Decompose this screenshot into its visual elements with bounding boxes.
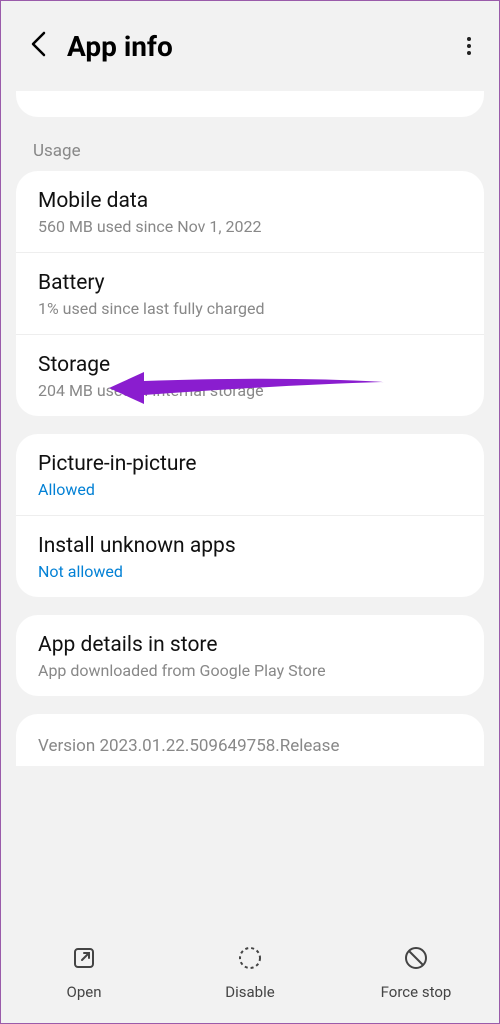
usage-section-label: Usage bbox=[1, 117, 499, 171]
open-label: Open bbox=[67, 983, 102, 1001]
mobile-data-title: Mobile data bbox=[38, 189, 462, 213]
force-stop-icon bbox=[403, 945, 429, 975]
page-title: App info bbox=[67, 30, 459, 63]
battery-item[interactable]: Battery 1% used since last fully charged bbox=[16, 253, 484, 334]
mobile-data-item[interactable]: Mobile data 560 MB used since Nov 1, 202… bbox=[16, 171, 484, 252]
unknown-apps-status: Not allowed bbox=[38, 562, 462, 581]
storage-sub: 204 MB used in Internal storage bbox=[38, 381, 462, 400]
app-header: App info bbox=[1, 1, 499, 91]
app-details-sub: App downloaded from Google Play Store bbox=[38, 661, 462, 680]
open-icon bbox=[71, 945, 97, 975]
force-stop-label: Force stop bbox=[381, 983, 452, 1001]
pip-status: Allowed bbox=[38, 480, 462, 499]
storage-title: Storage bbox=[38, 353, 462, 377]
settings-card: Picture-in-picture Allowed Install unkno… bbox=[16, 434, 484, 597]
force-stop-button[interactable]: Force stop bbox=[366, 945, 466, 1001]
bottom-bar: Open Disable Force stop bbox=[1, 923, 499, 1023]
version-text: Version 2023.01.22.509649758.Release bbox=[38, 736, 462, 756]
unknown-apps-title: Install unknown apps bbox=[38, 534, 462, 558]
truncated-card-top bbox=[16, 91, 484, 117]
more-icon[interactable] bbox=[459, 26, 479, 66]
battery-title: Battery bbox=[38, 271, 462, 295]
storage-item[interactable]: Storage 204 MB used in Internal storage bbox=[16, 335, 484, 416]
disable-label: Disable bbox=[225, 983, 274, 1001]
disable-icon bbox=[237, 945, 263, 975]
pip-item[interactable]: Picture-in-picture Allowed bbox=[16, 434, 484, 515]
pip-title: Picture-in-picture bbox=[38, 452, 462, 476]
battery-sub: 1% used since last fully charged bbox=[38, 299, 462, 318]
open-button[interactable]: Open bbox=[34, 945, 134, 1001]
details-card: App details in store App downloaded from… bbox=[16, 615, 484, 696]
disable-button[interactable]: Disable bbox=[200, 945, 300, 1001]
version-card: Version 2023.01.22.509649758.Release bbox=[16, 714, 484, 766]
app-details-title: App details in store bbox=[38, 633, 462, 657]
back-icon[interactable] bbox=[29, 30, 47, 62]
unknown-apps-item[interactable]: Install unknown apps Not allowed bbox=[16, 516, 484, 597]
app-details-item[interactable]: App details in store App downloaded from… bbox=[16, 615, 484, 696]
usage-card: Mobile data 560 MB used since Nov 1, 202… bbox=[16, 171, 484, 416]
mobile-data-sub: 560 MB used since Nov 1, 2022 bbox=[38, 217, 462, 236]
